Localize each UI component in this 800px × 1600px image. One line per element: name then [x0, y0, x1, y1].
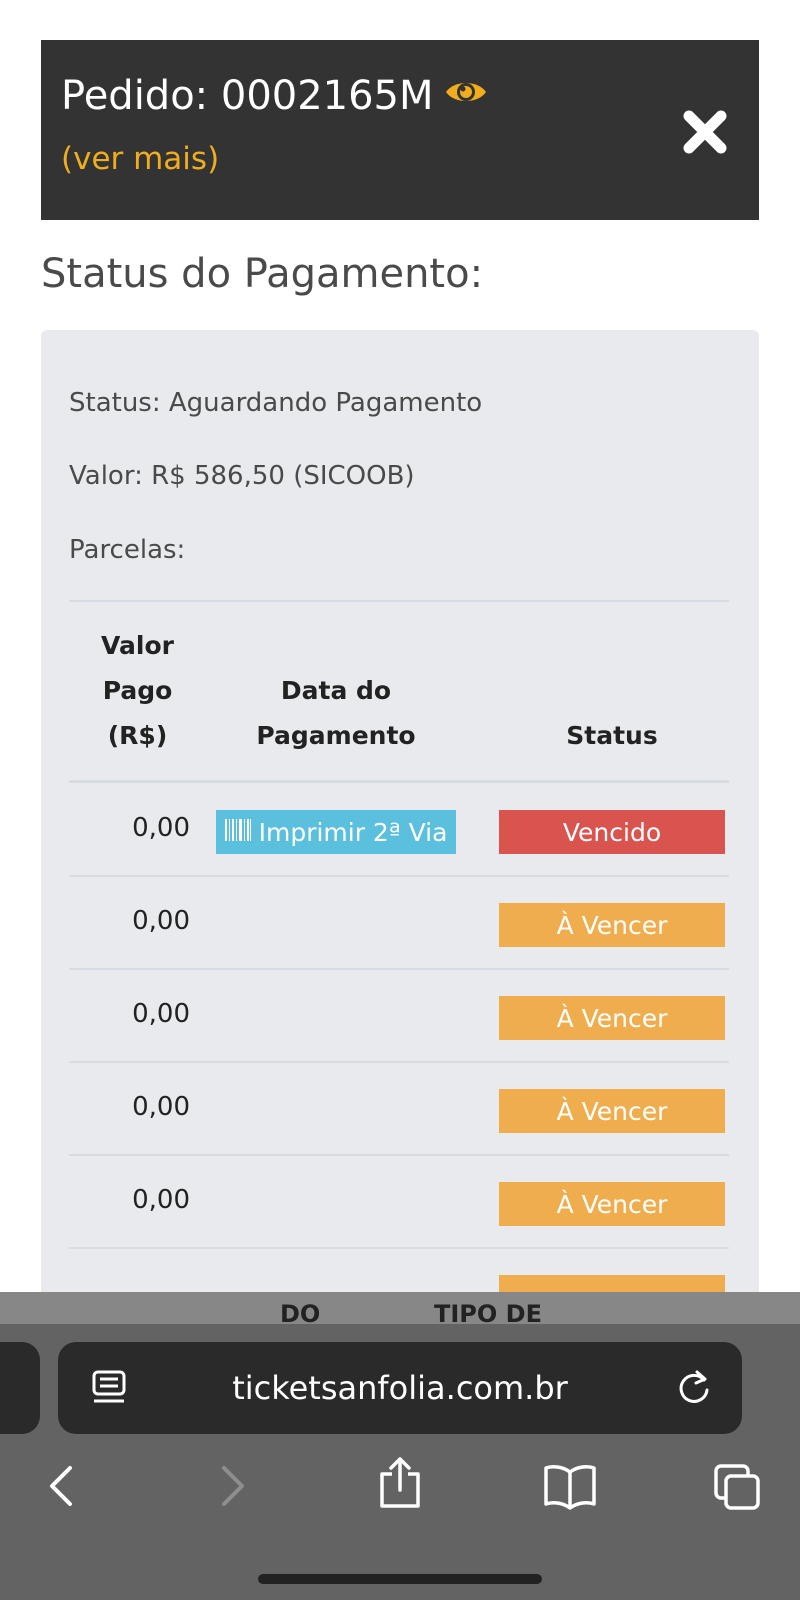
row-value: 0,00 — [132, 1185, 190, 1215]
order-title: Pedido: 0002165M — [61, 73, 434, 119]
order-title-row: Pedido: 0002165M — [61, 76, 488, 116]
see-more-link[interactable]: (ver mais) — [61, 144, 219, 175]
row-divider — [69, 968, 729, 970]
row-divider — [69, 1061, 729, 1063]
bookmarks-icon[interactable] — [542, 1462, 598, 1514]
reload-icon[interactable] — [676, 1368, 712, 1412]
print-button-label: Imprimir 2ª Via — [258, 817, 448, 847]
row-divider — [69, 875, 729, 877]
status-badge: À Vencer — [499, 1182, 725, 1226]
browser-toolbar — [0, 1292, 800, 1600]
peek-header-text: TIPO DE — [434, 1300, 542, 1328]
row-value: 0,00 — [132, 906, 190, 936]
row-divider — [69, 1247, 729, 1249]
home-indicator[interactable] — [258, 1574, 542, 1584]
row-value: 0,00 — [132, 813, 190, 843]
header-amount-paid: Valor Pago (R$) — [101, 631, 174, 750]
row-value: 0,00 — [132, 1092, 190, 1122]
row-value: 0,00 — [132, 999, 190, 1029]
eye-icon[interactable] — [444, 74, 488, 114]
payment-value: Valor: R$ 586,50 (SICOOB) — [69, 461, 415, 491]
previous-tab[interactable] — [0, 1342, 40, 1434]
installments-label: Parcelas: — [69, 535, 186, 565]
back-icon[interactable] — [44, 1462, 78, 1514]
status-badge: À Vencer — [499, 996, 725, 1040]
order-header: Pedido: 0002165M (ver mais) — [41, 40, 759, 220]
header-status: Status — [566, 721, 658, 750]
page-content-peek — [0, 1292, 800, 1324]
share-icon[interactable] — [376, 1456, 424, 1514]
print-second-copy-button[interactable]: Imprimir 2ª Via — [216, 810, 456, 854]
status-badge: Vencido — [499, 810, 725, 854]
row-divider — [69, 1154, 729, 1156]
section-title: Status do Pagamento: — [41, 251, 484, 297]
status-badge: À Vencer — [499, 1089, 725, 1133]
address-bar[interactable]: ticketsanfolia.com.br — [58, 1342, 742, 1434]
divider — [69, 600, 729, 602]
close-icon[interactable] — [683, 110, 727, 154]
payment-status: Status: Aguardando Pagamento — [69, 388, 483, 418]
barcode-icon — [224, 818, 251, 847]
forward-icon[interactable] — [216, 1462, 250, 1514]
tabs-icon[interactable] — [712, 1462, 762, 1516]
status-badge: À Vencer — [499, 903, 725, 947]
header-divider — [69, 780, 729, 783]
peek-header-text: DO — [280, 1300, 321, 1328]
header-payment-date: Data do Pagamento — [256, 676, 416, 750]
url-text: ticketsanfolia.com.br — [232, 1369, 568, 1407]
